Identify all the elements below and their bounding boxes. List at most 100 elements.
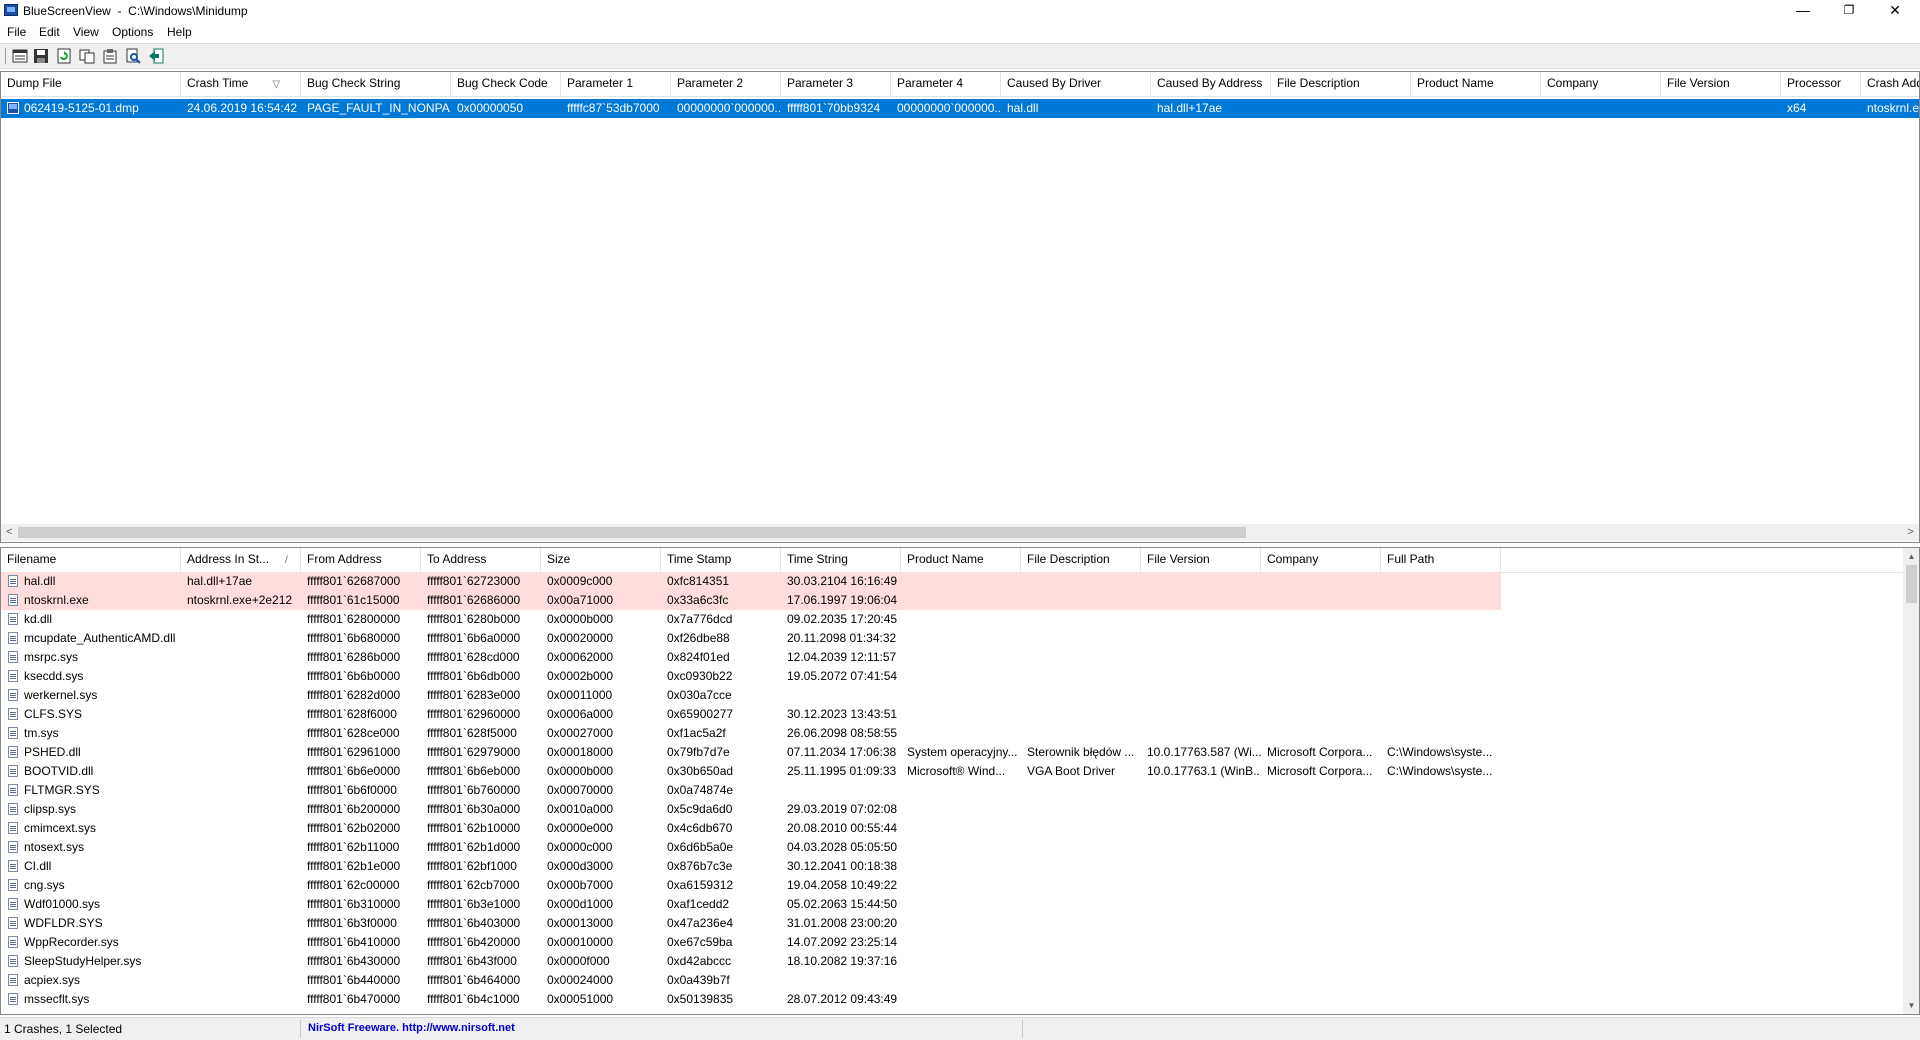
driver-row[interactable]: ntoskrnl.exe ntoskrnl.exe+2e212 fffff801`6… <box>1 591 1501 610</box>
column-header-parameter-1[interactable]: Parameter 1 <box>561 72 671 96</box>
cell-full-path <box>1381 819 1501 838</box>
menu-edit[interactable]: Edit <box>39 25 60 39</box>
cell-file-description <box>1021 781 1141 800</box>
driver-row[interactable]: hal.dll hal.dll+17ae fffff801`62687000 ffff… <box>1 572 1501 591</box>
driver-row[interactable]: kd.dll fffff801`62800000 fffff801`6280b000… <box>1 610 1501 629</box>
cell-product-name <box>901 952 1021 971</box>
column-header-dump-file[interactable]: Dump File <box>1 72 181 96</box>
vertical-scrollbar[interactable]: ▲ ▼ <box>1903 548 1919 1014</box>
driver-row[interactable]: tm.sys fffff801`628ce000 fffff801`628f5000… <box>1 724 1501 743</box>
close-button[interactable]: ✕ <box>1872 0 1918 22</box>
menu-file[interactable]: File <box>7 25 26 39</box>
column-header-crash-time[interactable]: Crash Time ▽ <box>181 72 301 96</box>
driver-row[interactable]: FLTMGR.SYS fffff801`6b6f0000 fffff801`6b76… <box>1 781 1501 800</box>
cell-from-address: fffff801`6b410000 <box>307 935 401 949</box>
horizontal-scroll-thumb[interactable] <box>18 527 1246 538</box>
cell-from-address: fffff801`6b680000 <box>307 631 401 645</box>
cell-file-version: 10.0.17763.1 (WinB... <box>1147 764 1261 778</box>
cell-time-string: 28.07.2012 09:43:49 <box>787 992 898 1006</box>
column-header-product-name[interactable]: Product Name <box>901 548 1021 572</box>
column-header-address-in-stack[interactable]: Address In St... / <box>181 548 301 572</box>
column-header-full-path[interactable]: Full Path <box>1381 548 1501 572</box>
menu-help[interactable]: Help <box>167 25 192 39</box>
column-header-company[interactable]: Company <box>1541 72 1661 96</box>
cell-address-in-stack <box>181 857 301 876</box>
driver-row[interactable]: BOOTVID.dll fffff801`6b6e0000 fffff801`6b6… <box>1 762 1501 781</box>
sort-arrow-icon: / <box>285 555 288 566</box>
column-header-product-name[interactable]: Product Name <box>1411 72 1541 96</box>
column-header-time-stamp[interactable]: Time Stamp <box>661 548 781 572</box>
column-header-processor[interactable]: Processor <box>1781 72 1861 96</box>
nirsoft-link[interactable]: NirSoft Freeware. http://www.nirsoft.net <box>308 1022 515 1034</box>
cell-time-stamp: 0x824f01ed <box>667 650 730 664</box>
driver-row[interactable]: SleepStudyHelper.sys fffff801`6b430000 fff… <box>1 952 1501 971</box>
column-header-bug-check-code[interactable]: Bug Check Code <box>451 72 561 96</box>
driver-row[interactable]: WppRecorder.sys fffff801`6b410000 fffff801… <box>1 933 1501 952</box>
driver-row[interactable]: Wdf01000.sys fffff801`6b310000 fffff801`6b… <box>1 895 1501 914</box>
vertical-scroll-thumb[interactable] <box>1906 565 1917 603</box>
cell-file-description <box>1021 629 1141 648</box>
refresh-icon[interactable] <box>56 48 72 64</box>
driver-row[interactable]: ntosext.sys fffff801`62b11000 fffff801`62b… <box>1 838 1501 857</box>
column-header-bug-check-string[interactable]: Bug Check String <box>301 72 451 96</box>
find-icon[interactable] <box>125 48 141 64</box>
driver-row[interactable]: mssecflt.sys fffff801`6b470000 fffff801`6b… <box>1 990 1501 1009</box>
driver-row[interactable]: werkernel.sys fffff801`6282d000 fffff801`6… <box>1 686 1501 705</box>
driver-row[interactable]: mcupdate_AuthenticAMD.dll fffff801`6b6800… <box>1 629 1501 648</box>
cell-file-version <box>1141 933 1261 952</box>
scroll-left-arrow-icon[interactable]: < <box>1 524 18 541</box>
scroll-up-arrow-icon[interactable]: ▲ <box>1903 548 1919 565</box>
cell-company <box>1261 686 1381 705</box>
driver-row[interactable]: cng.sys fffff801`62c00000 fffff801`62cb700… <box>1 876 1501 895</box>
minimize-button[interactable]: — <box>1780 0 1826 22</box>
cell-crash-address: ntoskrnl.e <box>1867 101 1919 115</box>
column-header-size[interactable]: Size <box>541 548 661 572</box>
column-header-parameter-2[interactable]: Parameter 2 <box>671 72 781 96</box>
driver-row[interactable]: msrpc.sys fffff801`6286b000 fffff801`628cd… <box>1 648 1501 667</box>
crash-row[interactable]: 062419-5125-01.dmp 24.06.2019 16:54:42 P… <box>1 99 1919 118</box>
column-header-time-string[interactable]: Time String <box>781 548 901 572</box>
driver-row[interactable]: WDFLDR.SYS fffff801`6b3f0000 fffff801`6b40… <box>1 914 1501 933</box>
copy-icon[interactable] <box>79 48 95 64</box>
column-header-parameter-3[interactable]: Parameter 3 <box>781 72 891 96</box>
driver-row[interactable]: acpiex.sys fffff801`6b440000 fffff801`6b46… <box>1 971 1501 990</box>
exit-icon[interactable] <box>148 48 164 64</box>
column-header-company[interactable]: Company <box>1261 548 1381 572</box>
html-report-icon[interactable] <box>12 48 28 64</box>
properties-icon[interactable] <box>102 48 118 64</box>
cell-from-address: fffff801`6b6e0000 <box>307 764 401 778</box>
horizontal-scrollbar[interactable]: < > <box>1 524 1919 541</box>
column-header-file-version[interactable]: File Version <box>1141 548 1261 572</box>
column-header-file-description[interactable]: File Description <box>1271 72 1411 96</box>
cell-full-path: C:\Windows\syste... <box>1387 745 1493 759</box>
restore-button[interactable]: ❐ <box>1826 0 1872 22</box>
column-header-caused-by-driver[interactable]: Caused By Driver <box>1001 72 1151 96</box>
driver-row[interactable]: PSHED.dll fffff801`62961000 fffff801`62979… <box>1 743 1501 762</box>
driver-row[interactable]: CLFS.SYS fffff801`628f6000 fffff801`629600… <box>1 705 1501 724</box>
scroll-right-arrow-icon[interactable]: > <box>1902 524 1919 541</box>
save-icon[interactable] <box>33 48 49 64</box>
column-header-from-address[interactable]: From Address <box>301 548 421 572</box>
cell-file-description <box>1021 819 1141 838</box>
driver-list[interactable]: Filename Address In St... / From Address … <box>0 547 1920 1015</box>
scroll-down-arrow-icon[interactable]: ▼ <box>1903 997 1919 1014</box>
crash-list[interactable]: Dump File Crash Time ▽ Bug Check String B… <box>0 71 1920 543</box>
column-header-to-address[interactable]: To Address <box>421 548 541 572</box>
column-header-file-description[interactable]: File Description <box>1021 548 1141 572</box>
driver-row[interactable]: ksecdd.sys fffff801`6b6b0000 fffff801`6b6d… <box>1 667 1501 686</box>
menu-options[interactable]: Options <box>112 25 153 39</box>
column-header-file-version[interactable]: File Version <box>1661 72 1781 96</box>
driver-row[interactable]: clipsp.sys fffff801`6b200000 fffff801`6b30… <box>1 800 1501 819</box>
cell-file-description <box>1021 724 1141 743</box>
driver-row[interactable]: CI.dll fffff801`62b1e000 fffff801`62bf1000… <box>1 857 1501 876</box>
cell-file-version <box>1661 99 1781 118</box>
cell-time-string <box>781 686 901 705</box>
cell-company <box>1261 819 1381 838</box>
column-header-caused-by-address[interactable]: Caused By Address <box>1151 72 1271 96</box>
column-header-filename[interactable]: Filename <box>1 548 181 572</box>
cell-from-address: fffff801`6b440000 <box>307 973 401 987</box>
column-header-crash-address[interactable]: Crash Add <box>1861 72 1919 96</box>
menu-view[interactable]: View <box>73 25 99 39</box>
column-header-parameter-4[interactable]: Parameter 4 <box>891 72 1001 96</box>
driver-row[interactable]: cmimcext.sys fffff801`62b02000 fffff801`62… <box>1 819 1501 838</box>
